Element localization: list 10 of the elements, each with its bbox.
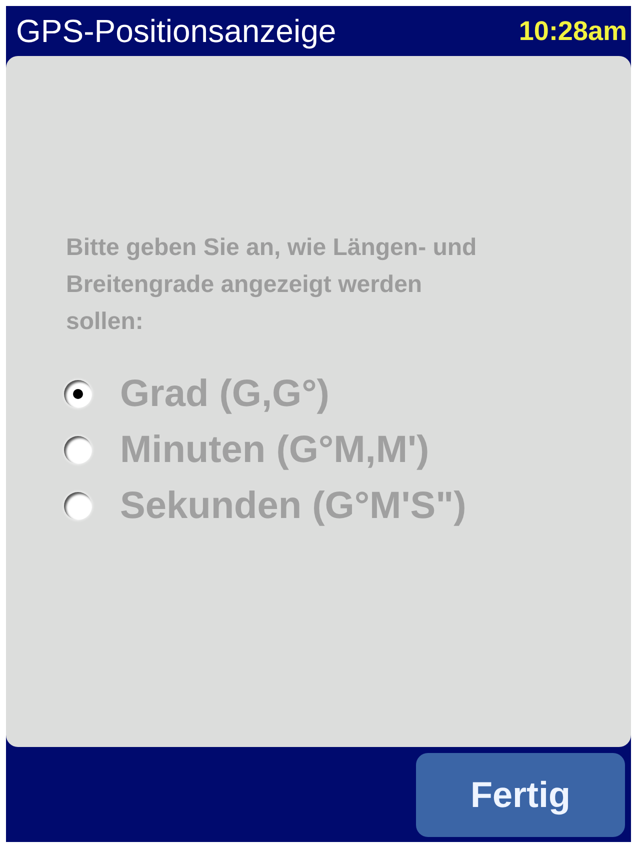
radio-button[interactable]	[64, 380, 92, 408]
option-label[interactable]: Sekunden (G°M'S")	[120, 484, 466, 528]
option-label[interactable]: Minuten (G°M,M')	[120, 428, 430, 472]
prompt-text: Bitte geben Sie an, wie Längen- und Breitengrade angezeigt werden sollen:	[66, 233, 478, 337]
window-title: GPS-Positionsanzeige	[16, 12, 336, 50]
radio-button[interactable]	[64, 436, 92, 464]
option-label[interactable]: Grad (G,G°)	[120, 372, 330, 416]
radio-button[interactable]	[64, 492, 92, 520]
done-button[interactable]: Fertig	[416, 752, 625, 836]
clock-time: 10:28am	[518, 16, 627, 46]
